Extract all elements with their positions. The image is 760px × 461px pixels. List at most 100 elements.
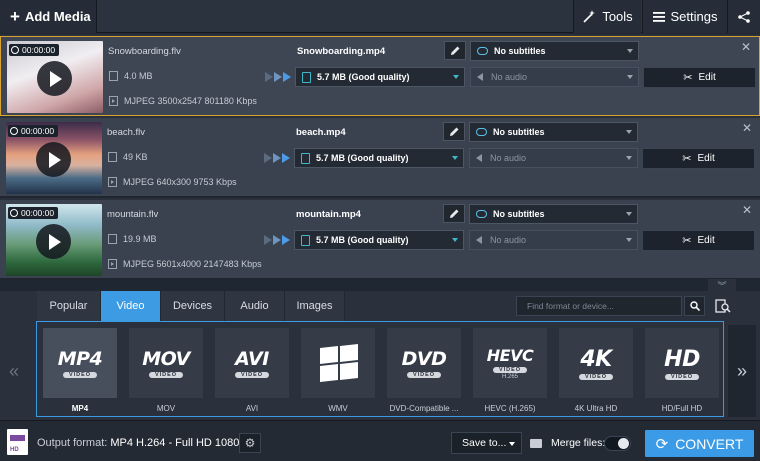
format-label: HD/Full HD bbox=[661, 404, 703, 413]
video-thumbnail[interactable]: 00:00:00 bbox=[7, 41, 103, 113]
format-badge: VIDEO bbox=[664, 373, 700, 380]
tab-video[interactable]: Video bbox=[101, 291, 161, 321]
source-filename: mountain.flv bbox=[107, 209, 159, 220]
rename-button[interactable] bbox=[444, 41, 466, 60]
output-settings-button[interactable]: ⚙ bbox=[239, 433, 261, 453]
duration-badge: 00:00:00 bbox=[9, 44, 60, 56]
file-row[interactable]: 00:00:00 mountain.flv 19.9 MB MJPEG 5601… bbox=[0, 200, 760, 280]
convert-arrow-icon bbox=[264, 153, 291, 163]
source-size: 4.0 MB bbox=[109, 71, 153, 81]
scroll-left-button[interactable]: « bbox=[0, 325, 28, 417]
play-icon[interactable] bbox=[37, 61, 72, 96]
subtitle-bubble-icon bbox=[476, 128, 487, 136]
pencil-icon bbox=[449, 209, 458, 218]
add-media-button[interactable]: + Add Media bbox=[0, 0, 97, 33]
format-tile-dvd[interactable]: DVD VIDEO DVD-Compatible ... bbox=[387, 328, 461, 416]
format-tile-wmv[interactable]: WMV bbox=[301, 328, 375, 416]
audio-select[interactable]: No audio bbox=[470, 67, 639, 87]
audio-select[interactable]: No audio bbox=[469, 230, 638, 250]
tools-button[interactable]: Tools bbox=[573, 0, 641, 33]
document-icon bbox=[301, 152, 310, 164]
convert-label: CONVERT bbox=[675, 435, 744, 452]
chevron-down-icon bbox=[626, 156, 632, 160]
quality-select[interactable]: 5.7 MB (Good quality) bbox=[295, 67, 465, 87]
mov-logo-icon: MOV bbox=[142, 348, 190, 370]
play-icon[interactable] bbox=[36, 224, 71, 259]
format-tile-hd[interactable]: HD VIDEO HD/Full HD bbox=[645, 328, 719, 416]
speaker-icon bbox=[477, 73, 483, 81]
speaker-icon bbox=[476, 154, 482, 162]
file-row[interactable]: 00:00:00 beach.flv 49 KB MJPEG 640x300 9… bbox=[0, 118, 760, 198]
convert-button[interactable]: ⟳ CONVERT bbox=[645, 430, 754, 457]
format-tile-4k[interactable]: 4K VIDEO 4K Ultra HD bbox=[559, 328, 633, 416]
format-tile-mp4[interactable]: MP4 VIDEO MP4 bbox=[43, 328, 117, 416]
collapse-panel-button[interactable]: ︾ bbox=[708, 279, 736, 291]
merge-files-toggle[interactable] bbox=[604, 436, 631, 451]
subtitles-select[interactable]: No subtitles bbox=[469, 122, 638, 142]
detect-device-button[interactable] bbox=[712, 296, 733, 316]
format-tile-mov[interactable]: MOV VIDEO MOV bbox=[129, 328, 203, 416]
subtitles-text: No subtitles bbox=[493, 209, 545, 219]
dvd-logo-icon: DVD bbox=[401, 348, 447, 370]
chevron-down-icon bbox=[626, 212, 632, 216]
convert-arrow-icon bbox=[264, 235, 291, 245]
save-to-dropdown[interactable]: Save to... bbox=[451, 432, 522, 454]
edit-label: Edit bbox=[697, 153, 715, 164]
scroll-right-button[interactable]: » bbox=[728, 325, 756, 417]
subtitle-bubble-icon bbox=[477, 47, 488, 55]
tab-images[interactable]: Images bbox=[285, 291, 345, 321]
tab-devices[interactable]: Devices bbox=[161, 291, 225, 321]
settings-label: Settings bbox=[670, 9, 718, 24]
tab-popular[interactable]: Popular bbox=[37, 291, 101, 321]
remove-file-icon[interactable]: ✕ bbox=[742, 203, 752, 217]
format-badge: VIDEO bbox=[62, 372, 98, 378]
edit-button[interactable]: ✂ Edit bbox=[642, 148, 755, 169]
scissors-icon: ✂ bbox=[683, 72, 693, 84]
subtitles-select[interactable]: No subtitles bbox=[469, 204, 638, 224]
folder-icon bbox=[529, 438, 542, 448]
search-button[interactable] bbox=[684, 296, 705, 316]
source-size: 49 KB bbox=[108, 152, 148, 162]
rename-button[interactable] bbox=[443, 204, 465, 223]
duration-text: 00:00:00 bbox=[22, 45, 56, 55]
format-badge: VIDEO bbox=[578, 373, 614, 380]
open-folder-button[interactable] bbox=[526, 432, 545, 454]
format-tile-avi[interactable]: AVI VIDEO AVI bbox=[215, 328, 289, 416]
remove-file-icon[interactable]: ✕ bbox=[742, 121, 752, 135]
rename-button[interactable] bbox=[443, 122, 465, 141]
refresh-icon: ⟳ bbox=[655, 435, 669, 453]
audio-text: No audio bbox=[491, 72, 528, 82]
quality-select[interactable]: 5.7 MB (Good quality) bbox=[294, 148, 464, 168]
format-search-input[interactable]: Find format or device... bbox=[516, 296, 682, 316]
save-to-label: Save to... bbox=[462, 437, 507, 449]
file-row[interactable]: 00:00:00 Snowboarding.flv 4.0 MB MJPEG 3… bbox=[0, 36, 760, 116]
format-label: AVI bbox=[245, 404, 259, 413]
share-button[interactable] bbox=[727, 0, 760, 33]
format-panel: Popular Video Devices Audio Images Find … bbox=[0, 291, 760, 420]
edit-button[interactable]: ✂ Edit bbox=[643, 67, 756, 88]
gear-icon: ⚙ bbox=[244, 436, 256, 450]
file-list: 00:00:00 Snowboarding.flv 4.0 MB MJPEG 3… bbox=[0, 34, 760, 280]
format-label: WMV bbox=[328, 404, 348, 413]
video-thumbnail[interactable]: 00:00:00 bbox=[6, 122, 102, 194]
search-icon bbox=[689, 301, 700, 311]
subtitles-select[interactable]: No subtitles bbox=[470, 41, 639, 61]
format-tile-hevc[interactable]: HEVC VIDEO H.265 HEVC (H.265) bbox=[473, 328, 547, 416]
quality-select[interactable]: 5.7 MB (Good quality) bbox=[294, 230, 464, 250]
chevron-right-icon: » bbox=[736, 360, 747, 381]
settings-button[interactable]: Settings bbox=[642, 0, 727, 33]
edit-button[interactable]: ✂ Edit bbox=[642, 230, 755, 251]
format-label: DVD-Compatible ... bbox=[389, 404, 459, 413]
audio-text: No audio bbox=[490, 235, 527, 245]
source-size-text: 4.0 MB bbox=[124, 71, 153, 81]
clock-icon bbox=[11, 46, 19, 54]
video-thumbnail[interactable]: 00:00:00 bbox=[6, 204, 102, 276]
tab-audio[interactable]: Audio bbox=[225, 291, 285, 321]
share-icon bbox=[738, 10, 750, 23]
remove-file-icon[interactable]: ✕ bbox=[741, 40, 751, 54]
play-icon[interactable] bbox=[36, 142, 71, 177]
add-media-label: Add Media bbox=[24, 9, 91, 24]
magic-wand-icon bbox=[583, 9, 596, 23]
audio-select[interactable]: No audio bbox=[469, 148, 638, 168]
chevron-down-icon bbox=[627, 75, 633, 79]
